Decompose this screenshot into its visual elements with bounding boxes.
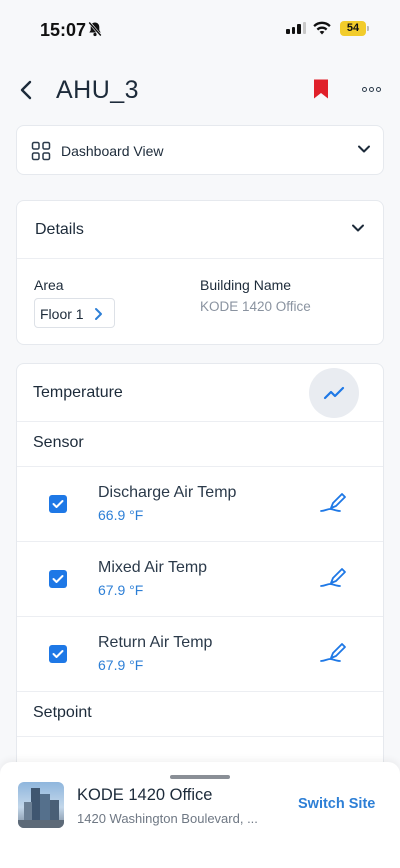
sensor-checkbox[interactable] [49,570,67,588]
check-icon [52,650,64,658]
sensor-row: Discharge Air Temp 66.9 °F [17,467,383,542]
dashboard-view-label: Dashboard View [61,143,164,159]
trend-chart-button[interactable] [309,368,359,418]
area-value: Floor 1 [40,306,84,322]
back-button[interactable] [14,76,38,104]
building-name-value: KODE 1420 Office [200,299,311,314]
chevron-left-icon [20,80,32,100]
switch-site-button[interactable]: Switch Site [298,796,375,812]
sensor-name: Mixed Air Temp [98,559,208,576]
more-options-button[interactable] [358,82,384,96]
sensor-value: 67.9 °F [98,582,144,598]
more-icon [361,86,367,92]
details-header[interactable]: Details [17,201,383,259]
edit-pen-icon [320,643,346,662]
chevron-down-icon [358,145,370,153]
trend-chart-icon [323,386,345,400]
sheet-drag-handle[interactable] [170,775,230,779]
page-title: AHU_3 [56,76,140,104]
chevron-down-icon [352,224,364,232]
bookmark-icon [314,79,328,99]
temperature-header: Temperature [17,364,383,422]
battery-indicator: 54 [340,21,366,36]
grid-icon [31,141,51,166]
wifi-icon [312,20,332,41]
sensor-section-header: Sensor [17,422,383,467]
setpoint-section-header: Setpoint [17,692,383,737]
sensor-name: Return Air Temp [98,634,213,651]
sensor-checkbox[interactable] [49,645,67,663]
edit-sensor-button[interactable] [319,641,349,665]
check-icon [52,500,64,508]
edit-sensor-button[interactable] [319,566,349,590]
edit-pen-icon [320,568,346,587]
page-header: AHU_3 [0,60,400,120]
sensor-section-label: Sensor [33,434,84,451]
details-card: Details Area Floor 1 Building Name KODE … [16,200,384,345]
details-title: Details [35,221,84,238]
building-name-label: Building Name [200,277,292,293]
area-link[interactable]: Floor 1 [34,298,115,328]
status-bar: 15:07 54 [0,0,400,58]
site-thumbnail [18,782,64,828]
site-bottom-sheet: KODE 1420 Office 1420 Washington Bouleva… [0,762,400,868]
sensor-name: Discharge Air Temp [98,484,237,501]
edit-sensor-button[interactable] [319,491,349,515]
sensor-row: Mixed Air Temp 67.9 °F [17,542,383,617]
dashboard-view-select[interactable]: Dashboard View [16,125,384,175]
sensor-value: 67.9 °F [98,657,144,673]
site-address: 1420 Washington Boulevard, ... [77,811,258,826]
sensor-value: 66.9 °F [98,507,144,523]
sensor-checkbox[interactable] [49,495,67,513]
cell-signal-icon [286,22,306,34]
chevron-right-icon [95,308,102,320]
bell-muted-icon [88,21,102,42]
status-time: 15:07 [40,20,87,40]
sensor-row: Return Air Temp 67.9 °F [17,617,383,692]
check-icon [52,575,64,583]
battery-tip [367,26,369,31]
site-name: KODE 1420 Office [77,786,213,804]
edit-pen-icon [320,493,346,512]
temperature-title: Temperature [33,384,123,401]
temperature-card: Temperature Sensor Discharge Air Temp 66… [16,363,384,763]
bookmark-button[interactable] [312,78,334,102]
area-label: Area [34,277,64,293]
setpoint-section-label: Setpoint [33,704,92,721]
